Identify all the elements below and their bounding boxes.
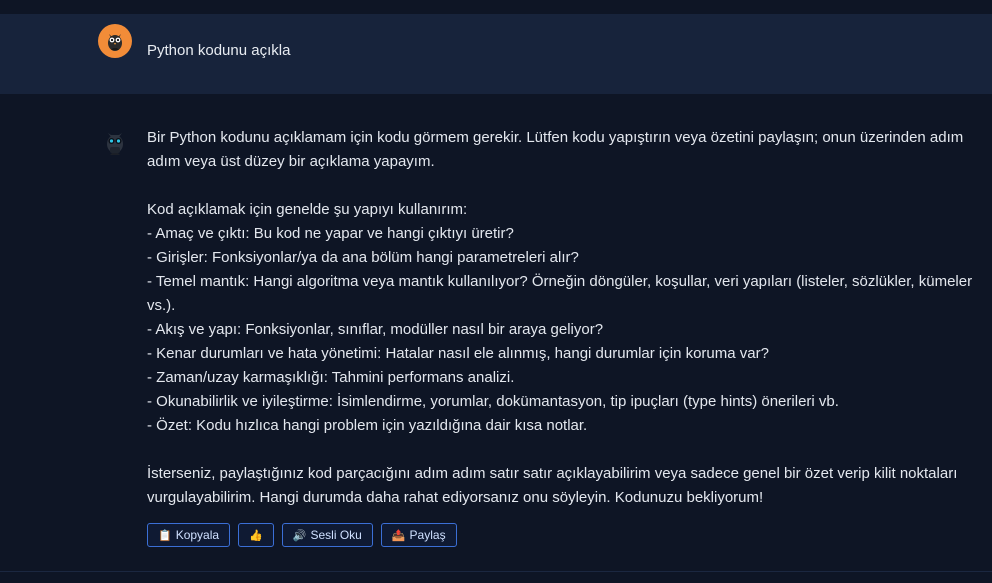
top-strip	[0, 0, 992, 14]
answer-paragraph: İsterseniz, paylaştığınız kod parçacığın…	[147, 465, 958, 506]
answer-paragraph: Kod açıklamak için genelde şu yapıyı kul…	[147, 201, 468, 218]
answer-list-item: - Akış ve yapı: Fonksiyonlar, sınıflar, …	[147, 321, 604, 338]
robot-owl-icon	[107, 133, 123, 155]
message-actions: 📋 Kopyala 👍 🔊 Sesli Oku 📤 Paylaş	[147, 523, 457, 547]
user-message-text: Python kodunu açıkla	[147, 42, 291, 59]
speaker-icon: 🔊	[292, 529, 307, 542]
owl-icon	[108, 34, 122, 51]
answer-list-item: - Amaç ve çıktı: Bu kod ne yapar ve hang…	[147, 225, 514, 242]
answer-list-item: - Girişler: Fonksiyonlar/ya da ana bölüm…	[147, 249, 579, 266]
user-avatar	[98, 24, 132, 58]
like-button[interactable]: 👍	[238, 523, 274, 547]
assistant-message-text: Bir Python kodunu açıklamam için kodu gö…	[147, 126, 987, 510]
answer-list-item: - Temel mantık: Hangi algoritma veya man…	[147, 273, 973, 314]
read-aloud-button-label: Sesli Oku	[310, 528, 362, 542]
answer-list-item: - Özet: Kodu hızlıca hangi problem için …	[147, 417, 588, 434]
divider	[0, 571, 992, 572]
clipboard-icon: 📋	[158, 529, 172, 542]
share-button[interactable]: 📤 Paylaş	[380, 523, 457, 547]
answer-list-item: - Zaman/uzay karmaşıklığı: Tahmini perfo…	[147, 369, 515, 386]
assistant-avatar	[98, 127, 132, 161]
share-icon: 📤	[391, 529, 406, 542]
copy-button[interactable]: 📋 Kopyala	[147, 523, 231, 547]
copy-button-label: Kopyala	[175, 528, 220, 542]
answer-list-item: - Kenar durumları ve hata yönetimi: Hata…	[147, 345, 769, 362]
read-aloud-button[interactable]: 🔊 Sesli Oku	[281, 523, 373, 547]
answer-paragraph: Bir Python kodunu açıklamam için kodu gö…	[147, 129, 964, 170]
answer-list-item: - Okunabilirlik ve iyileştirme: İsimlend…	[147, 393, 839, 410]
thumbs-up-icon: 👍	[249, 529, 263, 542]
share-button-label: Paylaş	[409, 528, 446, 542]
